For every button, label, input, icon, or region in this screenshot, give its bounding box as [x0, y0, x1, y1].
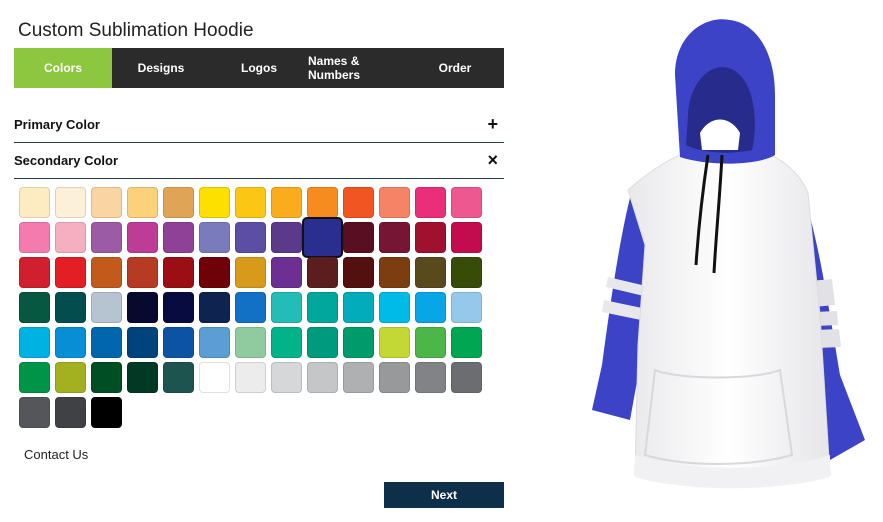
- color-swatch[interactable]: [235, 292, 266, 323]
- color-swatch[interactable]: [343, 327, 374, 358]
- color-swatch[interactable]: [91, 327, 122, 358]
- color-swatch[interactable]: [379, 362, 410, 393]
- color-swatch[interactable]: [415, 257, 446, 288]
- tab-names-numbers[interactable]: Names & Numbers: [308, 48, 406, 88]
- color-swatch[interactable]: [91, 292, 122, 323]
- tab-bar: Colors Designs Logos Names & Numbers Ord…: [14, 48, 504, 88]
- color-swatch[interactable]: [91, 362, 122, 393]
- color-swatch[interactable]: [415, 327, 446, 358]
- color-swatch[interactable]: [55, 292, 86, 323]
- color-swatch[interactable]: [163, 362, 194, 393]
- color-swatch[interactable]: [55, 397, 86, 428]
- color-swatch[interactable]: [127, 327, 158, 358]
- color-swatch[interactable]: [379, 187, 410, 218]
- color-swatch[interactable]: [271, 257, 302, 288]
- color-swatch[interactable]: [19, 222, 50, 253]
- tab-logos[interactable]: Logos: [210, 48, 308, 88]
- color-swatch[interactable]: [451, 292, 482, 323]
- next-button[interactable]: Next: [384, 482, 504, 508]
- color-swatch[interactable]: [127, 257, 158, 288]
- color-swatch[interactable]: [199, 327, 230, 358]
- hoodie-preview: [592, 19, 865, 489]
- color-swatch[interactable]: [343, 257, 374, 288]
- close-icon[interactable]: ×: [487, 151, 498, 169]
- color-swatch[interactable]: [379, 257, 410, 288]
- color-swatch[interactable]: [55, 362, 86, 393]
- color-swatch[interactable]: [127, 222, 158, 253]
- color-swatch[interactable]: [19, 327, 50, 358]
- color-swatch[interactable]: [91, 397, 122, 428]
- color-swatch[interactable]: [307, 187, 338, 218]
- color-swatch[interactable]: [307, 292, 338, 323]
- color-swatch[interactable]: [163, 222, 194, 253]
- contact-us-link[interactable]: Contact Us: [24, 447, 88, 462]
- color-swatch[interactable]: [55, 257, 86, 288]
- color-swatch[interactable]: [415, 362, 446, 393]
- color-swatch[interactable]: [451, 327, 482, 358]
- plus-icon[interactable]: +: [487, 115, 498, 133]
- color-swatch[interactable]: [127, 362, 158, 393]
- color-swatch[interactable]: [127, 292, 158, 323]
- color-swatch[interactable]: [235, 222, 266, 253]
- secondary-color-label: Secondary Color: [14, 152, 119, 168]
- color-swatch[interactable]: [271, 187, 302, 218]
- color-swatch[interactable]: [199, 187, 230, 218]
- color-swatch[interactable]: [271, 222, 302, 253]
- color-swatch[interactable]: [19, 397, 50, 428]
- color-swatch[interactable]: [163, 257, 194, 288]
- color-swatch[interactable]: [379, 222, 410, 253]
- color-swatch[interactable]: [271, 292, 302, 323]
- color-swatch[interactable]: [199, 292, 230, 323]
- color-swatch[interactable]: [343, 292, 374, 323]
- color-swatch[interactable]: [19, 292, 50, 323]
- secondary-color-section[interactable]: Secondary Color ×: [14, 142, 504, 179]
- color-swatch[interactable]: [55, 187, 86, 218]
- color-swatch[interactable]: [235, 187, 266, 218]
- tab-designs[interactable]: Designs: [112, 48, 210, 88]
- hoodie-body: [627, 149, 831, 488]
- color-swatch[interactable]: [127, 187, 158, 218]
- color-swatch[interactable]: [235, 327, 266, 358]
- color-swatch[interactable]: [199, 362, 230, 393]
- color-swatch[interactable]: [451, 257, 482, 288]
- color-swatch[interactable]: [235, 257, 266, 288]
- color-swatch[interactable]: [379, 327, 410, 358]
- color-swatch[interactable]: [235, 362, 266, 393]
- color-swatch[interactable]: [451, 222, 482, 253]
- color-swatch[interactable]: [415, 292, 446, 323]
- color-swatch[interactable]: [19, 362, 50, 393]
- color-swatch[interactable]: [379, 292, 410, 323]
- page-title: Custom Sublimation Hoodie: [18, 20, 254, 41]
- color-swatch[interactable]: [271, 327, 302, 358]
- color-swatch[interactable]: [199, 222, 230, 253]
- tab-order[interactable]: Order: [406, 48, 504, 88]
- color-swatch[interactable]: [163, 187, 194, 218]
- color-swatch[interactable]: [91, 187, 122, 218]
- color-swatch[interactable]: [271, 362, 302, 393]
- color-swatch[interactable]: [307, 362, 338, 393]
- color-swatch[interactable]: [91, 222, 122, 253]
- color-swatch[interactable]: [451, 187, 482, 218]
- color-swatch[interactable]: [343, 222, 374, 253]
- color-swatch[interactable]: [19, 257, 50, 288]
- color-swatch[interactable]: [55, 222, 86, 253]
- color-swatch[interactable]: [415, 222, 446, 253]
- color-swatch[interactable]: [91, 257, 122, 288]
- color-swatch[interactable]: [307, 257, 338, 288]
- color-swatch[interactable]: [415, 187, 446, 218]
- color-swatch[interactable]: [163, 292, 194, 323]
- color-swatch[interactable]: [307, 327, 338, 358]
- color-swatch[interactable]: [451, 362, 482, 393]
- color-swatch[interactable]: [163, 327, 194, 358]
- color-swatch[interactable]: [343, 187, 374, 218]
- color-swatch[interactable]: [55, 327, 86, 358]
- tab-colors[interactable]: Colors: [14, 48, 112, 88]
- primary-color-section[interactable]: Primary Color +: [14, 106, 504, 143]
- primary-color-label: Primary Color: [14, 116, 100, 132]
- color-swatch[interactable]: [302, 217, 343, 258]
- color-swatch[interactable]: [343, 362, 374, 393]
- color-swatch[interactable]: [19, 187, 50, 218]
- color-swatch[interactable]: [199, 257, 230, 288]
